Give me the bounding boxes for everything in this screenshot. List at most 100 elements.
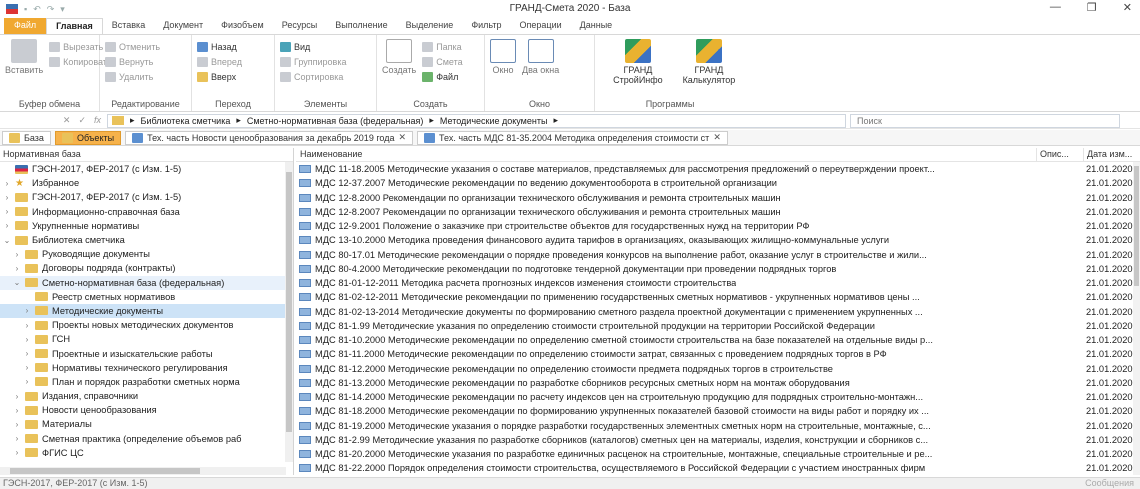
chevron-right-icon[interactable]: › <box>3 193 11 202</box>
table-row[interactable]: МДС 81-11.2000 Методические рекомендации… <box>296 347 1140 361</box>
table-row[interactable]: МДС 81-2.99 Методические указания по раз… <box>296 433 1140 447</box>
chevron-right-icon[interactable]: › <box>3 179 11 188</box>
close-tab-icon[interactable]: ✕ <box>713 132 721 143</box>
doc-tab-mds[interactable]: Тех. часть МДС 81-35.2004 Методика опред… <box>417 130 728 145</box>
table-row[interactable]: МДС 81-14.2000 Методические рекомендации… <box>296 390 1140 404</box>
breadcrumb-item[interactable]: Методические документы <box>440 116 548 126</box>
close-tab-icon[interactable]: ✕ <box>398 132 406 143</box>
chevron-right-icon[interactable]: › <box>13 448 21 457</box>
chevron-right-icon[interactable]: › <box>13 392 21 401</box>
table-row[interactable]: МДС 81-1.99 Методические указания по опр… <box>296 319 1140 333</box>
search-input[interactable]: Поиск <box>850 113 1120 128</box>
minimize-button[interactable]: — <box>1050 1 1061 14</box>
tab-volume[interactable]: Физобъем <box>212 18 273 34</box>
chevron-down-icon[interactable]: ⌄ <box>3 236 11 245</box>
tree-item[interactable]: › План и порядок разработки сметных норма <box>0 375 293 389</box>
scrollbar-thumb[interactable] <box>1134 166 1139 286</box>
table-row[interactable]: МДС 81-12.2000 Методические рекомендации… <box>296 362 1140 376</box>
table-row[interactable]: МДС 12-8.2000 Рекомендации по организаци… <box>296 191 1140 205</box>
chevron-right-icon[interactable]: › <box>13 406 21 415</box>
table-row[interactable]: МДС 81-13.2000 Методические рекомендации… <box>296 376 1140 390</box>
tree-item[interactable]: › Проектные и изыскательские работы <box>0 346 293 360</box>
forward-button[interactable]: Вперед <box>197 54 269 69</box>
tree-item[interactable]: ⌄ Библиотека сметчика <box>0 233 293 247</box>
tab-document[interactable]: Документ <box>154 18 212 34</box>
tree-item[interactable]: › Руководящие документы <box>0 247 293 261</box>
doc-tab-base[interactable]: База <box>2 130 51 145</box>
chevron-right-icon[interactable]: › <box>23 321 31 330</box>
breadcrumb-item[interactable]: Сметно-нормативная база (федеральная) <box>247 116 424 126</box>
tree-item[interactable]: › Проекты новых методических документов <box>0 318 293 332</box>
column-header-name[interactable]: Наименование <box>296 148 1036 161</box>
tree-item[interactable]: › ГЭСН-2017, ФЕР-2017 (с Изм. 1-5) <box>0 190 293 204</box>
doc-tab-objects[interactable]: Объекты <box>54 130 122 145</box>
table-row[interactable]: МДС 12-9.2001 Положение о заказчике при … <box>296 219 1140 233</box>
paste-button[interactable]: Вставить <box>5 39 43 75</box>
column-header-description[interactable]: Опис... <box>1036 148 1083 161</box>
sorting-button[interactable]: Сортировка <box>280 69 371 84</box>
tree-item[interactable]: › Информационно-справочная база <box>0 205 293 219</box>
chevron-right-icon[interactable]: › <box>13 264 21 273</box>
qat-menu-icon[interactable]: ▾ <box>60 4 65 15</box>
two-windows-button[interactable]: Два окна <box>522 39 559 75</box>
tree-item[interactable]: › Издания, справочники <box>0 389 293 403</box>
tree-item[interactable]: › ★ Избранное <box>0 176 293 190</box>
tab-filter[interactable]: Фильтр <box>462 18 510 34</box>
tab-data[interactable]: Данные <box>571 18 622 34</box>
tree-item[interactable]: Реестр сметных нормативов <box>0 290 293 304</box>
table-row[interactable]: МДС 81-02-12-2011 Методические рекоменда… <box>296 290 1140 304</box>
table-row[interactable]: МДС 12-37.2007 Методические рекомендации… <box>296 176 1140 190</box>
table-row[interactable]: МДС 13-10.2000 Методика проведения финан… <box>296 233 1140 247</box>
new-file-button[interactable]: Файл <box>422 69 462 84</box>
chevron-right-icon[interactable]: › <box>23 349 31 358</box>
cancel-edit-icon[interactable]: ✕ <box>63 115 71 126</box>
redo-button[interactable]: Вернуть <box>105 54 186 69</box>
chevron-right-icon[interactable]: › <box>3 207 11 216</box>
table-row[interactable]: МДС 81-19.2000 Методические указания о п… <box>296 419 1140 433</box>
tree-item[interactable]: › Укрупненные нормативы <box>0 219 293 233</box>
tree-item[interactable]: ⌄ Сметно-нормативная база (федеральная) <box>0 275 293 290</box>
tab-file[interactable]: Файл <box>4 18 47 34</box>
undo-icon[interactable]: ↶ <box>33 4 41 15</box>
scrollbar-thumb[interactable] <box>10 468 200 474</box>
table-row[interactable]: МДС 81-20.2000 Методические указания по … <box>296 447 1140 461</box>
tree-item[interactable]: ГЭСН-2017, ФЕР-2017 (с Изм. 1-5) <box>0 162 293 176</box>
table-row[interactable]: МДС 81-10.2000 Методические рекомендации… <box>296 333 1140 347</box>
tab-home[interactable]: Главная <box>46 18 103 34</box>
tab-operations[interactable]: Операции <box>511 18 571 34</box>
table-row[interactable]: МДС 80-17.01 Методические рекомендации о… <box>296 248 1140 262</box>
tree-item[interactable]: › Договоры подряда (контракты) <box>0 261 293 275</box>
tab-insert[interactable]: Вставка <box>103 18 154 34</box>
column-header-date[interactable]: Дата изм... <box>1083 148 1133 161</box>
maximize-button[interactable]: ❐ <box>1087 1 1097 14</box>
table-row[interactable]: МДС 81-01-12-2011 Методика расчета прогн… <box>296 276 1140 290</box>
view-button[interactable]: Вид <box>280 39 371 54</box>
tree-item[interactable]: › Нормативы технического регулирования <box>0 361 293 375</box>
grand-calc-button[interactable]: ГРАНД Калькулятор <box>678 39 740 85</box>
chevron-right-icon[interactable]: › <box>3 221 11 230</box>
tree-item[interactable]: › ГСН <box>0 332 293 346</box>
table-row[interactable]: МДС 11-18.2005 Методические указания о с… <box>296 162 1140 176</box>
table-row[interactable]: МДС 12-8.2007 Рекомендации по организаци… <box>296 205 1140 219</box>
tab-selection[interactable]: Выделение <box>397 18 463 34</box>
chevron-right-icon[interactable]: › <box>23 306 31 315</box>
create-button[interactable]: Создать <box>382 39 416 84</box>
tree-item[interactable]: › ФГИС ЦС <box>0 446 293 460</box>
grouping-button[interactable]: Группировка <box>280 54 371 69</box>
pin-button[interactable] <box>565 39 577 75</box>
tree-item[interactable]: › Новости ценообразования <box>0 403 293 417</box>
new-folder-button[interactable]: Папка <box>422 39 462 54</box>
tree-item[interactable]: › Методические документы <box>0 303 293 319</box>
up-button[interactable]: Вверх <box>197 69 269 84</box>
chevron-right-icon[interactable]: › <box>23 363 31 372</box>
chevron-down-icon[interactable]: ⌄ <box>13 278 21 287</box>
scrollbar-thumb[interactable] <box>286 172 292 432</box>
delete-button[interactable]: Удалить <box>105 69 186 84</box>
doc-tab-news[interactable]: Тех. часть Новости ценообразования за де… <box>125 130 414 145</box>
tree-horizontal-scrollbar[interactable] <box>0 467 286 475</box>
chevron-right-icon[interactable]: › <box>13 250 21 259</box>
undo-button[interactable]: Отменить <box>105 39 186 54</box>
table-row[interactable]: МДС 81-02-13-2014 Методические документы… <box>296 305 1140 319</box>
tree-item[interactable]: › Материалы <box>0 417 293 431</box>
confirm-edit-icon[interactable]: ✓ <box>78 115 86 126</box>
